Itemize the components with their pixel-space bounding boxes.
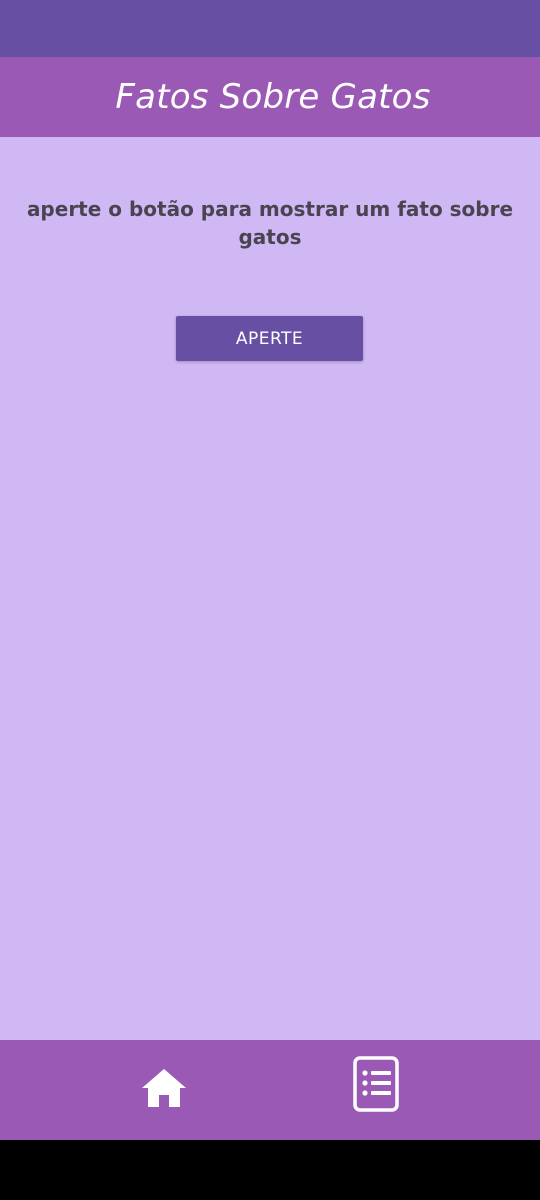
- bottom-navigation: [0, 1040, 540, 1140]
- nav-list-button[interactable]: [346, 1052, 406, 1116]
- status-bar: [0, 0, 540, 57]
- press-button[interactable]: APERTE: [176, 316, 363, 361]
- home-icon: [142, 1069, 186, 1107]
- list-icon: [353, 1056, 399, 1112]
- app-bar: Fatos Sobre Gatos: [0, 57, 540, 137]
- prompt-text: aperte o botão para mostrar um fato sobr…: [26, 197, 514, 249]
- main-content: aperte o botão para mostrar um fato sobr…: [0, 137, 540, 1040]
- system-navigation-bar: [0, 1140, 540, 1200]
- app-title: Fatos Sobre Gatos: [115, 77, 431, 117]
- nav-home-button[interactable]: [134, 1058, 194, 1118]
- screen: Fatos Sobre Gatos aperte o botão para mo…: [0, 0, 540, 1200]
